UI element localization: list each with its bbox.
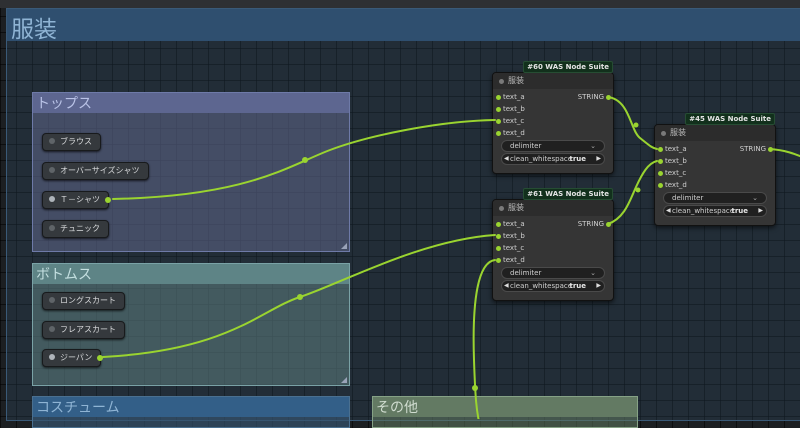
wire-reroute-dot[interactable] [635,187,641,193]
wire-layer [102,96,800,419]
wire-reroute-dot[interactable] [472,385,478,391]
wire-61-out-to-45[interactable] [607,160,658,225]
wire-reroute-dot[interactable] [302,157,308,163]
wire-other-to-61[interactable] [472,259,496,419]
wire-45-out[interactable] [769,148,800,158]
wire-60-out-to-45[interactable] [607,96,658,150]
wire-reroute-dot[interactable] [633,122,639,128]
wire-reroute-dot[interactable] [297,294,303,300]
